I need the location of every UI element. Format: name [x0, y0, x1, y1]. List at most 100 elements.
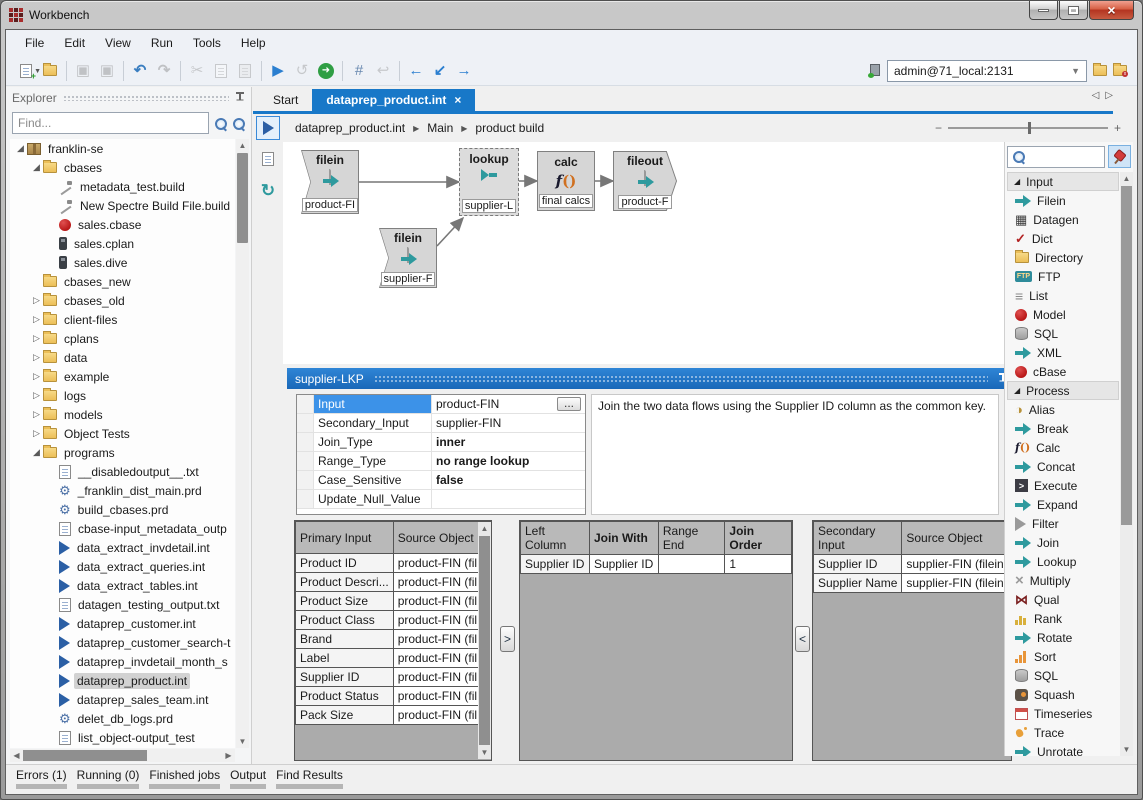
tree-item-client-files[interactable]: ▷ client-files — [10, 310, 235, 329]
palette-item-cBase[interactable]: cBase — [1007, 362, 1119, 381]
column-header[interactable]: Source Object — [393, 522, 491, 554]
status-Errors (1)[interactable]: Errors (1) — [16, 768, 67, 789]
property-row-Range_Type[interactable]: Range_Type no range lookup — [297, 452, 585, 471]
breadcrumb-part[interactable]: dataprep_product.int — [295, 121, 405, 135]
tree-expander-icon[interactable]: ◢ — [30, 162, 43, 173]
tree-item-__disabledoutput__.txt[interactable]: __disabledoutput__.txt — [10, 462, 235, 481]
palette-section-Process[interactable]: ◢Process — [1007, 381, 1119, 400]
tree-item-sales.dive[interactable]: sales.dive — [10, 253, 235, 272]
palette-scrollbar[interactable]: ▲ ▼ — [1120, 172, 1133, 756]
nav-checkin-button[interactable]: ↙ — [428, 59, 452, 83]
nav-right-button[interactable]: → — [452, 59, 476, 83]
tree-item-cplans[interactable]: ▷ cplans — [10, 329, 235, 348]
flow-node-product-FI[interactable]: fileinproduct-FI — [301, 150, 359, 214]
table-row[interactable]: Pack Sizeproduct-FIN (fil... — [296, 706, 492, 725]
palette-search-input[interactable] — [1007, 146, 1105, 168]
tree-expander-icon[interactable]: ◢ — [30, 447, 43, 458]
tab-nav-arrows[interactable]: ◁▷ — [1092, 90, 1119, 101]
move-right-button[interactable]: > — [500, 626, 515, 652]
save-all-button[interactable]: ▣ — [95, 59, 119, 83]
open-server-folder-icon[interactable] — [1093, 65, 1107, 76]
tree-expander-icon[interactable]: ▷ — [30, 371, 43, 382]
tree-item-logs[interactable]: ▷ logs — [10, 386, 235, 405]
tree-expander-icon[interactable]: ▷ — [30, 352, 43, 363]
tree-expander-icon[interactable]: ◢ — [14, 143, 27, 154]
inspector-header[interactable]: supplier-LKP — [287, 368, 1016, 389]
palette-item-Break[interactable]: Break — [1007, 419, 1119, 438]
palette-item-Filein[interactable]: Filein — [1007, 191, 1119, 210]
tree-item-list_object-output_test[interactable]: list_object-output_test — [10, 728, 235, 747]
tree-item-cbases_old[interactable]: ▷ cbases_old — [10, 291, 235, 310]
table-row[interactable]: Product IDproduct-FIN (fil... — [296, 554, 492, 573]
new-file-button[interactable]: +▼ — [14, 59, 38, 83]
secondary-input-table[interactable]: Secondary InputSource ObjectSupplier IDs… — [812, 520, 1012, 761]
tree-item-build_cbases.prd[interactable]: ⚙build_cbases.prd — [10, 500, 235, 519]
flow-node-final calcs[interactable]: calcf()final calcs — [537, 151, 595, 211]
tree-item-data_extract_invdetail.int[interactable]: data_extract_invdetail.int — [10, 538, 235, 557]
palette-item-Execute[interactable]: >Execute — [1007, 476, 1119, 495]
tab-Start[interactable]: Start — [259, 89, 312, 111]
tree-item-Object Tests[interactable]: ▷ Object Tests — [10, 424, 235, 443]
table-row[interactable]: Supplier IDproduct-FIN (fil... — [296, 668, 492, 687]
primary-input-table[interactable]: Primary InputSource ObjectProduct IDprod… — [294, 520, 492, 761]
edit-flow-button[interactable] — [256, 116, 280, 140]
palette-item-Rotate[interactable]: Rotate — [1007, 628, 1119, 647]
refresh-run-button[interactable]: ↻ — [256, 178, 280, 202]
maximize-button[interactable] — [1059, 1, 1088, 20]
save-button[interactable]: ▣ — [71, 59, 95, 83]
tree-item-dataprep_customer_search-t[interactable]: dataprep_customer_search-t — [10, 633, 235, 652]
tree-item-sales.cplan[interactable]: sales.cplan — [10, 234, 235, 253]
move-left-button[interactable]: < — [795, 626, 810, 652]
palette-item-Qual[interactable]: ⋈Qual — [1007, 590, 1119, 609]
table-row[interactable]: Product Descri...product-FIN (fil... — [296, 573, 492, 592]
tree-item-example[interactable]: ▷ example — [10, 367, 235, 386]
scroll-left-icon[interactable]: ◀ — [10, 749, 23, 762]
palette-item-List[interactable]: ≡List — [1007, 286, 1119, 305]
zoom-slider-handle[interactable] — [1028, 122, 1031, 134]
flow-canvas[interactable]: fileinproduct-FIfileinsupplier-Flookupsu… — [283, 142, 1016, 364]
tree-item-cbases_new[interactable]: cbases_new — [10, 272, 235, 291]
scroll-down-icon[interactable]: ▼ — [236, 735, 249, 748]
tree-item-sales.cbase[interactable]: sales.cbase — [10, 215, 235, 234]
zoom-slider[interactable]: − + — [935, 121, 1121, 135]
tree-item-cbases[interactable]: ◢ cbases — [10, 158, 235, 177]
search-plus-icon[interactable] — [232, 117, 245, 130]
copy-button[interactable] — [209, 59, 233, 83]
cut-button[interactable]: ✂ — [185, 59, 209, 83]
table-row[interactable]: Product Classproduct-FIN (fil... — [296, 611, 492, 630]
tree-item-models[interactable]: ▷ models — [10, 405, 235, 424]
column-header[interactable]: Join With — [589, 522, 658, 555]
scroll-up-icon[interactable]: ▲ — [236, 139, 249, 152]
close-tab-icon[interactable]: × — [454, 93, 461, 107]
tree-item-franklin-se[interactable]: ◢ franklin-se — [10, 139, 235, 158]
status-Output[interactable]: Output — [230, 768, 266, 789]
palette-section-Input[interactable]: ◢Input — [1007, 172, 1119, 191]
zoom-out-icon[interactable]: − — [935, 121, 942, 135]
tree-item-metadata_test.build[interactable]: metadata_test.build — [10, 177, 235, 196]
scroll-down-icon[interactable]: ▼ — [1120, 743, 1133, 756]
palette-item-Trace[interactable]: Trace — [1007, 723, 1119, 742]
palette-item-Concat[interactable]: Concat — [1007, 457, 1119, 476]
table-row[interactable]: Brandproduct-FIN (fil... — [296, 630, 492, 649]
tree-item-datagen_testing_output.txt[interactable]: datagen_testing_output.txt — [10, 595, 235, 614]
palette-item-Alias[interactable]: ◑Alias — [1007, 400, 1119, 419]
explorer-horizontal-scrollbar[interactable]: ◀ ▶ — [10, 749, 235, 762]
palette-item-Dict[interactable]: ✓Dict — [1007, 229, 1119, 248]
status-Running (0)[interactable]: Running (0) — [77, 768, 140, 789]
menu-run[interactable]: Run — [142, 33, 182, 53]
scroll-right-icon[interactable]: ▶ — [222, 749, 235, 762]
paste-button[interactable] — [233, 59, 257, 83]
palette-item-Datagen[interactable]: ▦Datagen — [1007, 210, 1119, 229]
notes-button[interactable] — [256, 147, 280, 171]
menu-help[interactable]: Help — [232, 33, 275, 53]
tree-item-cbase-input_metadata_outp[interactable]: cbase-input_metadata_outp — [10, 519, 235, 538]
run-button[interactable]: ▶ — [266, 59, 290, 83]
column-header[interactable]: Left Column — [521, 522, 590, 555]
property-row-Case_Sensitive[interactable]: Case_Sensitive false — [297, 471, 585, 490]
column-header[interactable]: Primary Input — [296, 522, 394, 554]
redo-button[interactable]: ↷ — [152, 59, 176, 83]
minimize-button[interactable] — [1029, 1, 1058, 20]
breadcrumb-part[interactable]: Main — [427, 121, 453, 135]
flow-node-supplier-F[interactable]: fileinsupplier-F — [379, 228, 437, 288]
property-row-Secondary_Input[interactable]: Secondary_Input supplier-FIN — [297, 414, 585, 433]
